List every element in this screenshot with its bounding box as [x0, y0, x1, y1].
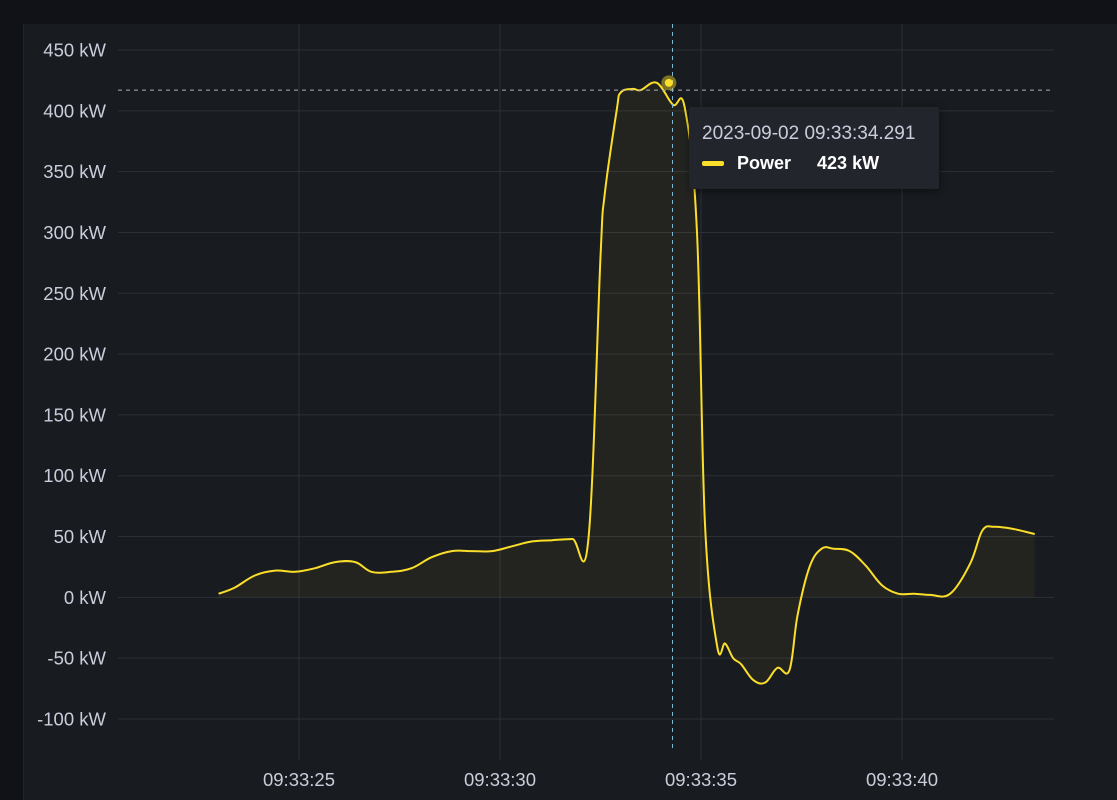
y-tick-label: 400 kW	[43, 100, 106, 121]
y-tick-label: -50 kW	[47, 648, 106, 669]
tooltip-timestamp: 2023-09-02 09:33:34.291	[702, 123, 916, 144]
x-tick-label: 09:33:40	[866, 769, 938, 790]
y-tick-label: 300 kW	[43, 222, 106, 243]
x-tick-label: 09:33:35	[665, 769, 737, 790]
hover-point	[664, 78, 673, 87]
y-tick-label: 350 kW	[43, 161, 106, 182]
tooltip-value: 423 kW	[817, 153, 880, 173]
y-tick-label: 0 kW	[64, 587, 107, 608]
y-tick-label: 250 kW	[43, 283, 106, 304]
tooltip-legend-swatch	[702, 161, 724, 166]
x-tick-label: 09:33:25	[263, 769, 335, 790]
y-tick-label: 200 kW	[43, 344, 106, 365]
x-tick-label: 09:33:30	[464, 769, 536, 790]
tooltip: 2023-09-02 09:33:34.291 Power 423 kW	[689, 107, 939, 189]
y-tick-label: 50 kW	[54, 526, 107, 547]
y-axis: 450 kW 400 kW 350 kW 300 kW 250 kW 200 kW 150 …	[37, 40, 106, 730]
y-tick-label: 450 kW	[43, 40, 106, 61]
y-tick-label: -100 kW	[37, 709, 106, 730]
y-tick-label: 100 kW	[43, 465, 106, 486]
power-chart: 450 kW 400 kW 350 kW 300 kW 250 kW 200 kW 150 …	[37, 24, 1054, 790]
x-axis: 09:33:25 09:33:30 09:33:35 09:33:40	[263, 769, 938, 790]
tooltip-series-row: Power 423 kW	[702, 153, 879, 174]
y-tick-label: 150 kW	[43, 404, 106, 425]
tooltip-series-name: Power	[737, 153, 792, 173]
